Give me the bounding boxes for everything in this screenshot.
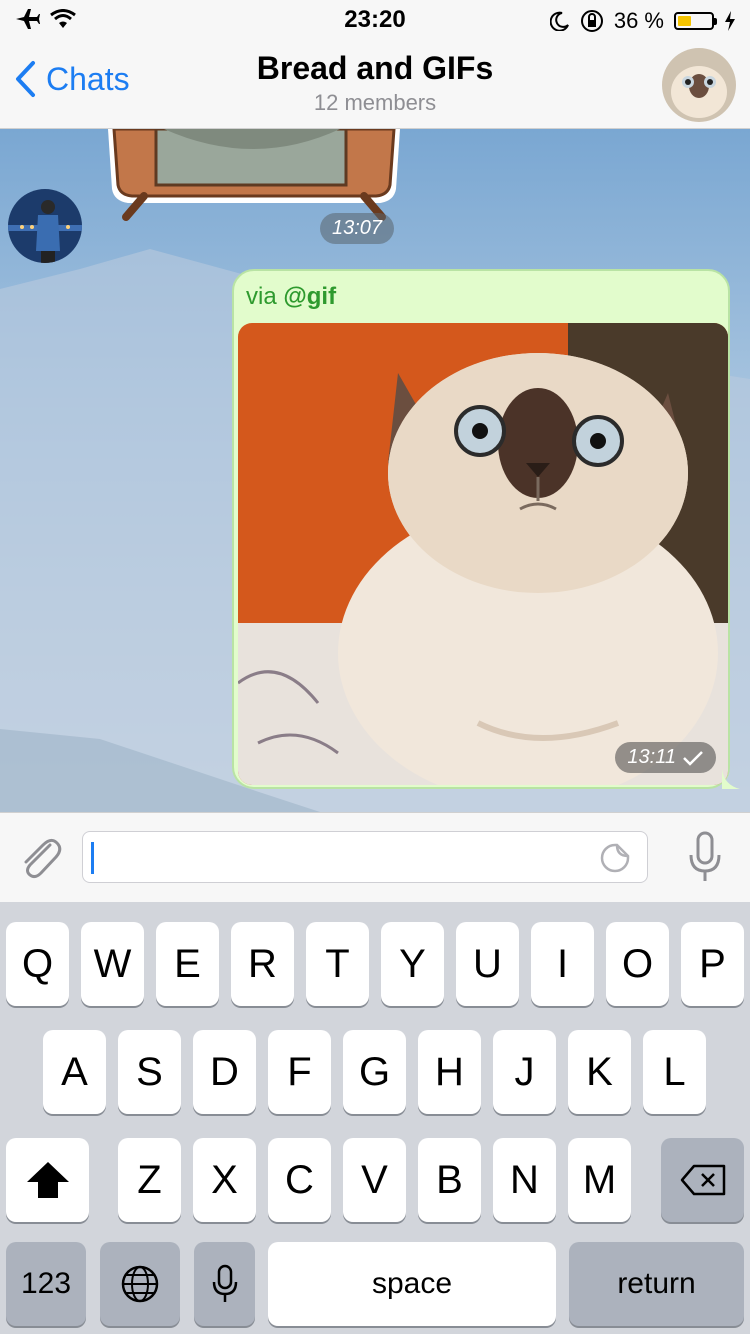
- via-prefix: via: [246, 283, 284, 310]
- key-y[interactable]: Y: [381, 922, 444, 1006]
- sticker-icon[interactable]: [599, 842, 631, 874]
- key-h[interactable]: H: [418, 1030, 481, 1114]
- keyboard: Q W E R T Y U I O P A S D F G H J K L Z …: [0, 902, 750, 1334]
- numbers-key[interactable]: 123: [6, 1242, 86, 1326]
- key-n[interactable]: N: [493, 1138, 556, 1222]
- key-p[interactable]: P: [681, 922, 744, 1006]
- globe-key[interactable]: [100, 1242, 180, 1326]
- globe-icon: [121, 1265, 159, 1303]
- nav-bar: Chats Bread and GIFs 12 members: [0, 40, 750, 129]
- key-a[interactable]: A: [43, 1030, 106, 1114]
- return-key[interactable]: return: [569, 1242, 744, 1326]
- key-q[interactable]: Q: [6, 922, 69, 1006]
- rotation-lock-icon: [580, 10, 603, 32]
- key-t[interactable]: T: [306, 922, 369, 1006]
- key-u[interactable]: U: [456, 922, 519, 1006]
- key-j[interactable]: J: [493, 1030, 556, 1114]
- microphone-icon[interactable]: [688, 831, 722, 885]
- group-avatar[interactable]: [662, 48, 736, 122]
- key-x[interactable]: X: [193, 1138, 256, 1222]
- battery-icon: [674, 12, 717, 30]
- key-c[interactable]: C: [268, 1138, 331, 1222]
- key-w[interactable]: W: [81, 922, 144, 1006]
- status-right: 36 %: [549, 8, 736, 34]
- tv-sticker-image: [108, 129, 400, 221]
- key-v[interactable]: V: [343, 1138, 406, 1222]
- surprised-cat-gif-image: [238, 323, 728, 785]
- key-g[interactable]: G: [343, 1030, 406, 1114]
- bubble-tail: [722, 769, 740, 789]
- status-bar: 23:20 36 %: [0, 0, 750, 40]
- chat-area[interactable]: 13:07 via @gif 13:11: [0, 129, 750, 812]
- via-bot-username[interactable]: @gif: [283, 283, 336, 310]
- key-f[interactable]: F: [268, 1030, 331, 1114]
- shift-key[interactable]: [6, 1138, 89, 1222]
- paperclip-icon[interactable]: [16, 833, 62, 881]
- key-z[interactable]: Z: [118, 1138, 181, 1222]
- chat-title[interactable]: Bread and GIFs: [0, 50, 750, 87]
- sticker-time: 13:07: [320, 213, 395, 244]
- key-b[interactable]: B: [418, 1138, 481, 1222]
- key-d[interactable]: D: [193, 1030, 256, 1114]
- dictation-mic-icon: [212, 1264, 237, 1302]
- dictation-key[interactable]: [194, 1242, 255, 1326]
- key-l[interactable]: L: [643, 1030, 706, 1114]
- message-text-input[interactable]: [82, 831, 648, 883]
- space-key[interactable]: space: [268, 1242, 556, 1326]
- moon-icon: [549, 11, 569, 31]
- via-bot-label: via @gif: [246, 283, 336, 311]
- outgoing-message-bubble[interactable]: via @gif 13:11: [232, 269, 740, 789]
- message-time: 13:11: [615, 742, 716, 773]
- key-i[interactable]: I: [531, 922, 594, 1006]
- key-r[interactable]: R: [231, 922, 294, 1006]
- battery-percent: 36 %: [613, 8, 664, 33]
- delete-key[interactable]: [661, 1138, 744, 1222]
- tv-sticker[interactable]: [104, 129, 404, 221]
- key-s[interactable]: S: [118, 1030, 181, 1114]
- charging-bolt-icon: [725, 11, 735, 31]
- key-k[interactable]: K: [568, 1030, 631, 1114]
- gif-media[interactable]: [238, 323, 728, 785]
- shift-arrow-icon: [26, 1162, 69, 1198]
- message-time-text: 13:11: [627, 746, 676, 768]
- person-avatar-image: [8, 189, 82, 263]
- backspace-icon: [680, 1164, 725, 1196]
- message-input-bar: [0, 812, 750, 903]
- cat-avatar-image: [662, 48, 736, 122]
- member-count: 12 members: [313, 90, 437, 115]
- sender-avatar[interactable]: [8, 189, 82, 263]
- key-e[interactable]: E: [156, 922, 219, 1006]
- text-cursor: [91, 842, 94, 874]
- key-m[interactable]: M: [568, 1138, 631, 1222]
- key-o[interactable]: O: [606, 922, 669, 1006]
- sent-check-icon: [683, 750, 703, 766]
